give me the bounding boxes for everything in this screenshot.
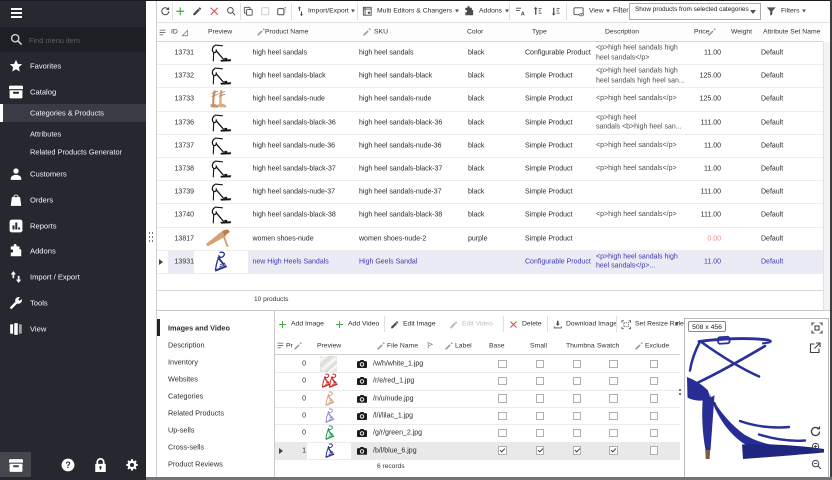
svg-text:?: ? — [65, 460, 70, 470]
svg-text:A: A — [521, 12, 525, 17]
